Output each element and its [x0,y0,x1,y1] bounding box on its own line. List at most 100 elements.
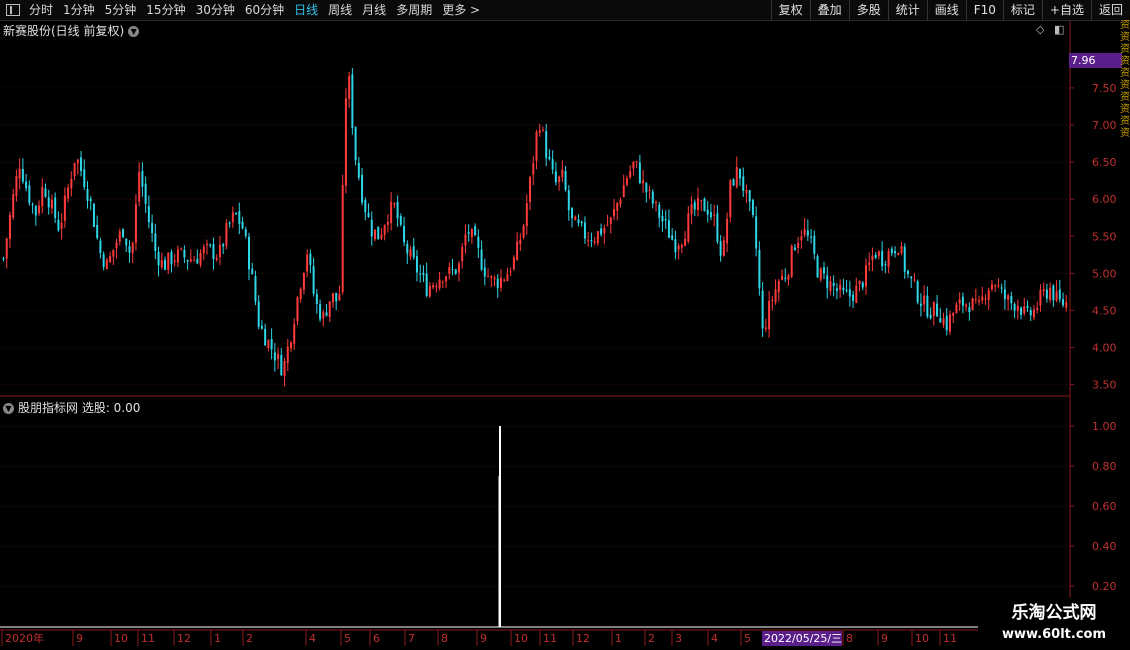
candle-body [1029,310,1032,316]
candle-body [228,222,231,224]
candle-body [167,252,170,270]
chevron-down-icon[interactable]: ▼ [128,26,140,37]
candle-body [800,236,803,241]
candle-body [151,222,154,234]
candle-body [764,327,767,330]
toolbar-button-3[interactable]: 统计 [887,0,927,20]
candle-body [202,246,205,253]
period-tab-3[interactable]: 15分钟 [141,0,190,20]
candle-body [939,317,942,323]
candle-body [241,221,244,229]
period-tab-10[interactable]: 更多 > [437,0,485,20]
candle-body [76,159,79,164]
period-tab-1[interactable]: 1分钟 [58,0,100,20]
y-tick-label: 7.00 [1092,119,1117,132]
chart-corner-tools: ◇ ◧ [1036,23,1064,36]
period-tab-0[interactable]: 分时 [24,0,58,20]
candle-body [403,225,406,243]
candle-body [1042,289,1045,292]
candle-body [842,287,845,291]
candle-body [222,244,225,247]
candle-body [1065,302,1068,308]
candle-body [726,218,729,244]
period-tab-5[interactable]: 60分钟 [240,0,289,20]
toolbar-button-1[interactable]: 叠加 [809,0,849,20]
candle-body [60,222,63,229]
toolbar-button-8[interactable]: 返回 [1090,0,1130,20]
candle-body [344,98,347,186]
indicator-y-tick-label: 0.40 [1092,540,1117,553]
candle-body [509,271,512,273]
candle-body [768,301,771,330]
candle-body [777,280,780,293]
candle-body [1016,305,1019,311]
toolbar-button-6[interactable]: 标记 [1002,0,1042,20]
x-tick-label: 9 [881,632,888,645]
candle-body [1039,289,1042,306]
watermark-title: 乐淘公式网 [1011,603,1097,623]
candle-body [8,214,11,240]
candle-body [784,277,787,279]
candle-body [700,200,703,202]
candle-body [235,213,238,215]
candle-body [974,299,977,301]
candle-body [603,227,606,234]
period-toolbar: 分时 1分钟 5分钟 15分钟 30分钟 60分钟 日线 周线 月线 多周期 更多 > 复权 叠加 多股… [0,0,1130,21]
toolbar-button-4[interactable]: 画线 [926,0,966,20]
candle-body [709,212,712,218]
candle-body [548,156,551,160]
toolbar-button-7[interactable]: +自选 [1041,0,1091,20]
toolbar-button-0[interactable]: 复权 [770,0,810,20]
diamond-icon[interactable]: ◇ [1036,23,1044,36]
toolbar-button-5[interactable]: F10 [965,0,1003,20]
panel-toggle-icon[interactable] [6,4,20,16]
candle-body [25,181,28,189]
candle-body [1010,295,1013,304]
highlight-date: 2022/05/25/三 [764,632,842,645]
candle-body [306,254,309,272]
candle-body [813,235,816,254]
candle-body [396,201,399,219]
candle-body [399,215,402,225]
period-tab-9[interactable]: 多周期 [391,0,437,20]
candle-body [713,214,716,216]
candle-body [283,361,286,376]
candle-body [761,290,764,329]
candle-body [189,259,192,262]
candle-body [1007,295,1010,300]
candle-body [948,314,951,332]
toolbar-button-2[interactable]: 多股 [848,0,888,20]
candle-body [793,247,796,251]
candle-body [244,229,247,236]
chevron-down-icon[interactable]: ▼ [3,403,14,414]
candle-body [1036,307,1039,310]
candle-body [574,216,577,221]
period-tab-8[interactable]: 月线 [357,0,391,20]
candle-body [493,277,496,280]
x-tick-label: 10 [114,632,128,645]
candle-body [516,241,519,260]
candle-body [435,286,438,288]
y-tick-label: 4.50 [1092,304,1117,317]
kline-chart[interactable]: 7.50 7.00 6.50 6.00 5.50 5.00 4.50 4.00 3.50 1.0… [0,0,1130,650]
indicator-y-tick-label: 0.80 [1092,460,1117,473]
period-tab-7[interactable]: 周线 [323,0,357,20]
candle-body [390,201,393,224]
x-tick-label: 10 [514,632,528,645]
candle-body [703,198,706,212]
candle-body [147,206,150,223]
candle-body [984,298,987,300]
period-tab-4[interactable]: 30分钟 [191,0,240,20]
candle-body [125,238,128,246]
candle-body [315,294,318,305]
candle-body [322,312,325,319]
window-icon[interactable]: ◧ [1054,23,1064,36]
x-tick-label: 12 [177,632,191,645]
period-tab-2[interactable]: 5分钟 [100,0,142,20]
candle-body [690,204,693,215]
candle-body [289,342,292,349]
candle-body [38,205,41,214]
candle-body [674,239,677,253]
candle-body [467,232,470,234]
period-tab-6[interactable]: 日线 [289,0,323,20]
